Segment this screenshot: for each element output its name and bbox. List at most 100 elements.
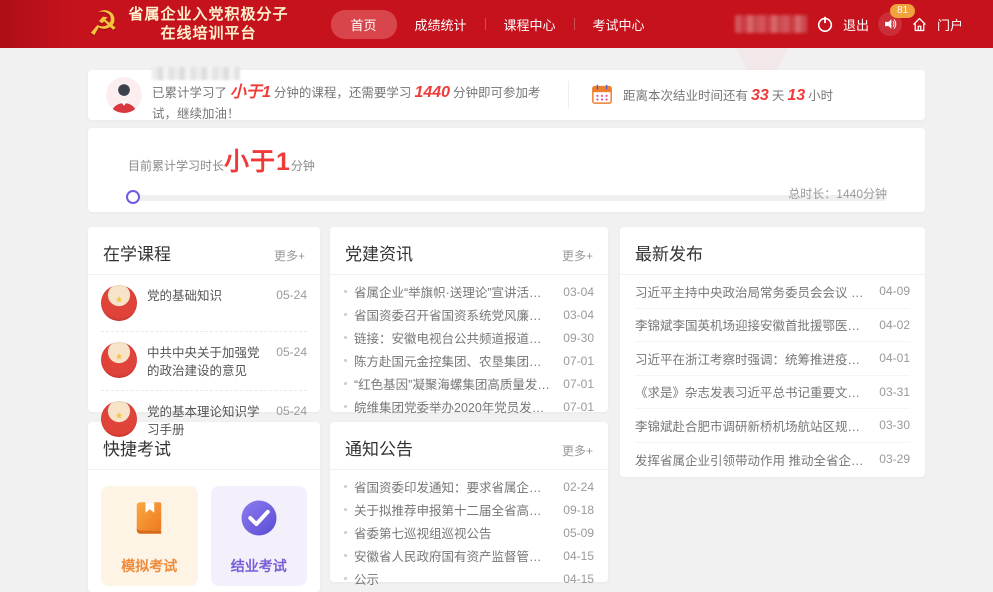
latest-item[interactable]: 《求是》杂志发表习近平总书记重要文章《在... 03-31: [635, 376, 910, 410]
summary-divider: [568, 81, 569, 109]
notice-title: 安徽省人民政府国有资产监督管理委员会网站...: [354, 546, 553, 565]
power-icon[interactable]: [816, 15, 834, 33]
news-date: 07-01: [563, 354, 594, 368]
latest-item[interactable]: 李锦斌李国英机场迎接安徽首批援鄂医疗队凯...04-02: [635, 309, 910, 343]
news-item[interactable]: 省国资委召开省国资系统党风廉政建设和反腐... 03-04: [344, 303, 594, 326]
latest-item-title: 《求是》杂志发表习近平总书记重要文章《在...: [635, 382, 869, 401]
latest-item[interactable]: 习近平主持中央政治局常务委员会会议 分析国...04-09: [635, 275, 910, 309]
latest-item[interactable]: 李锦斌赴合肥市调研新桥机场航站区规划建设...03-30: [635, 409, 910, 443]
news-item[interactable]: 陈方赴国元金控集团、农垦集团调研督导 07-01: [344, 349, 594, 372]
blurred-username: [735, 15, 807, 33]
party-emblem-icon: ☭: [88, 7, 118, 41]
latest-item-title: 习近平主持中央政治局常务委员会会议 分析国...: [635, 282, 869, 301]
notice-item[interactable]: 安徽省人民政府国有资产监督管理委员会网站... 04-15: [344, 544, 594, 567]
news-item[interactable]: 链接：安徽电视台公共频道报道徽商职业学院...09-30: [344, 326, 594, 349]
notice-date: 04-15: [563, 549, 594, 563]
party-news-more-link[interactable]: 更多+: [562, 247, 593, 264]
party-news-title: 党建资讯: [345, 240, 413, 265]
progress-track: [128, 195, 887, 201]
site-title-line2: 在线培训平台: [128, 24, 288, 44]
progress-handle[interactable]: [126, 190, 140, 204]
study-summary-bar: 已累计学习了小于1分钟的课程，还需要学习1440分钟即可参加考试，继续加油！ 距…: [88, 70, 925, 120]
home-icon[interactable]: [911, 16, 928, 33]
deadline-hours-unit: 小时: [808, 89, 833, 103]
bullet-dot: [344, 336, 347, 339]
bullet-dot: [344, 508, 347, 511]
latest-item[interactable]: 习近平在浙江考察时强调：统筹推进疫情防控... 04-01: [635, 342, 910, 376]
news-date: 03-04: [563, 285, 594, 299]
notice-date: 05-09: [563, 526, 594, 540]
news-title: 链接：安徽电视台公共频道报道徽商职业学院...: [354, 328, 553, 347]
latest-item-date: 04-01: [879, 351, 910, 365]
notices-list: 省国资委印发通知：要求省属企业认真贯彻落... 02-24 关于拟推荐申报第十二届…: [330, 470, 608, 592]
notice-title: 省国资委印发通知：要求省属企业认真贯彻落...: [354, 477, 553, 496]
site-title-line1: 省属企业入党积极分子: [128, 5, 288, 25]
calendar-icon: [591, 83, 613, 108]
latest-item[interactable]: 发挥省属企业引领带动作用 推动全省企业尽快...03-29: [635, 443, 910, 477]
courses-card: 在学课程 更多+ 党的基础知识 05-24 中共中央关于加强党的政治建设的意见 …: [88, 227, 320, 412]
news-title: 省国资委召开省国资系统党风廉政建设和反腐...: [354, 305, 553, 324]
news-date: 03-04: [563, 308, 594, 322]
notice-title: 公示: [354, 569, 553, 588]
course-date: 05-24: [276, 285, 307, 302]
final-exam-label: 结业考试: [231, 556, 287, 576]
notice-item[interactable]: 关于拟推荐申报第十二届全省高技能人才评选... 09-18: [344, 498, 594, 521]
notice-title: 省委第七巡视组巡视公告: [354, 523, 553, 542]
course-item[interactable]: 中共中央关于加强党的政治建设的意见 05-24: [101, 332, 307, 391]
notices-more-link[interactable]: 更多+: [562, 442, 593, 459]
progress-unit: 分钟: [291, 159, 315, 173]
nav-score-stats[interactable]: 成绩统计: [397, 10, 485, 39]
bullet-dot: [344, 290, 347, 293]
progress-value: 小于1: [224, 148, 291, 176]
nav-course-center[interactable]: 课程中心: [486, 10, 574, 39]
news-date: 07-01: [563, 377, 594, 391]
progress-label: 目前累计学习时长: [128, 159, 224, 173]
course-date: 05-24: [276, 401, 307, 418]
news-item[interactable]: 省属企业“举旗帜·送理论”宣讲活动走进华安... 03-04: [344, 280, 594, 303]
study-progress-sentence: 已累计学习了小于1分钟的课程，还需要学习1440分钟即可参加考试，继续加油！: [152, 81, 546, 124]
site-title: 省属企业入党积极分子 在线培训平台: [128, 5, 288, 44]
course-item[interactable]: 党的基础知识 05-24: [101, 275, 307, 332]
nav-home[interactable]: 首页: [331, 10, 397, 39]
latest-title: 最新发布: [635, 240, 703, 265]
notice-item[interactable]: 公示04-15: [344, 567, 594, 590]
latest-item-date: 03-29: [879, 452, 910, 466]
course-thumbnail: [101, 285, 137, 321]
logout-button[interactable]: 退出: [843, 15, 869, 34]
notice-item[interactable]: 省委第七巡视组巡视公告 05-09: [344, 521, 594, 544]
bullet-dot: [344, 577, 347, 580]
announcement-speaker-icon[interactable]: 81: [878, 12, 902, 36]
bullet-dot: [344, 405, 347, 408]
check-circle-icon: [238, 497, 280, 544]
study-mid: 分钟的课程，还需要学习: [274, 86, 412, 100]
latest-item-date: 03-30: [879, 418, 910, 432]
nav-exam-center[interactable]: 考试中心: [575, 10, 663, 39]
mock-exam-button[interactable]: 模拟考试: [101, 486, 198, 586]
news-title: 省属企业“举旗帜·送理论”宣讲活动走进华安...: [354, 282, 553, 301]
bullet-dot: [344, 382, 347, 385]
study-progress-card: 目前累计学习时长小于1分钟 总时长：1440分钟: [88, 128, 925, 212]
final-exam-button[interactable]: 结业考试: [211, 486, 308, 586]
notice-title: 关于拟推荐申报第十二届全省高技能人才评选...: [354, 500, 553, 519]
latest-card: 最新发布 习近平主持中央政治局常务委员会会议 分析国...04-09 李锦斌李国…: [620, 227, 925, 477]
bullet-dot: [344, 359, 347, 362]
news-item[interactable]: “红色基因”凝聚海螺集团高质量发展磅礴力...07-01: [344, 372, 594, 395]
news-item[interactable]: 皖维集团党委举办2020年党员发展对象培训班...07-01: [344, 395, 594, 418]
course-title: 党的基础知识: [147, 285, 266, 305]
header-user-area: 退出 81 门户: [735, 12, 963, 36]
deadline-days-unit: 天: [772, 89, 785, 103]
party-news-card: 党建资讯 更多+ 省属企业“举旗帜·送理论”宣讲活动走进华安... 03-04 省…: [330, 227, 608, 412]
course-thumbnail: [101, 342, 137, 378]
latest-item-date: 03-31: [879, 385, 910, 399]
notices-title: 通知公告: [345, 435, 413, 460]
notice-date: 09-18: [563, 503, 594, 517]
courses-more-link[interactable]: 更多+: [274, 247, 305, 264]
notice-date: 02-24: [563, 480, 594, 494]
latest-item-title: 习近平在浙江考察时强调：统筹推进疫情防控...: [635, 349, 869, 368]
notification-badge: 81: [890, 4, 915, 18]
notice-item[interactable]: 省国资委印发通知：要求省属企业认真贯彻落... 02-24: [344, 475, 594, 498]
deadline-sentence: 距离本次结业时间还有33天13小时: [623, 85, 833, 105]
news-title: 陈方赴国元金控集团、农垦集团调研督导: [354, 351, 553, 370]
progress-slider: [128, 190, 887, 206]
portal-link[interactable]: 门户: [937, 15, 963, 34]
